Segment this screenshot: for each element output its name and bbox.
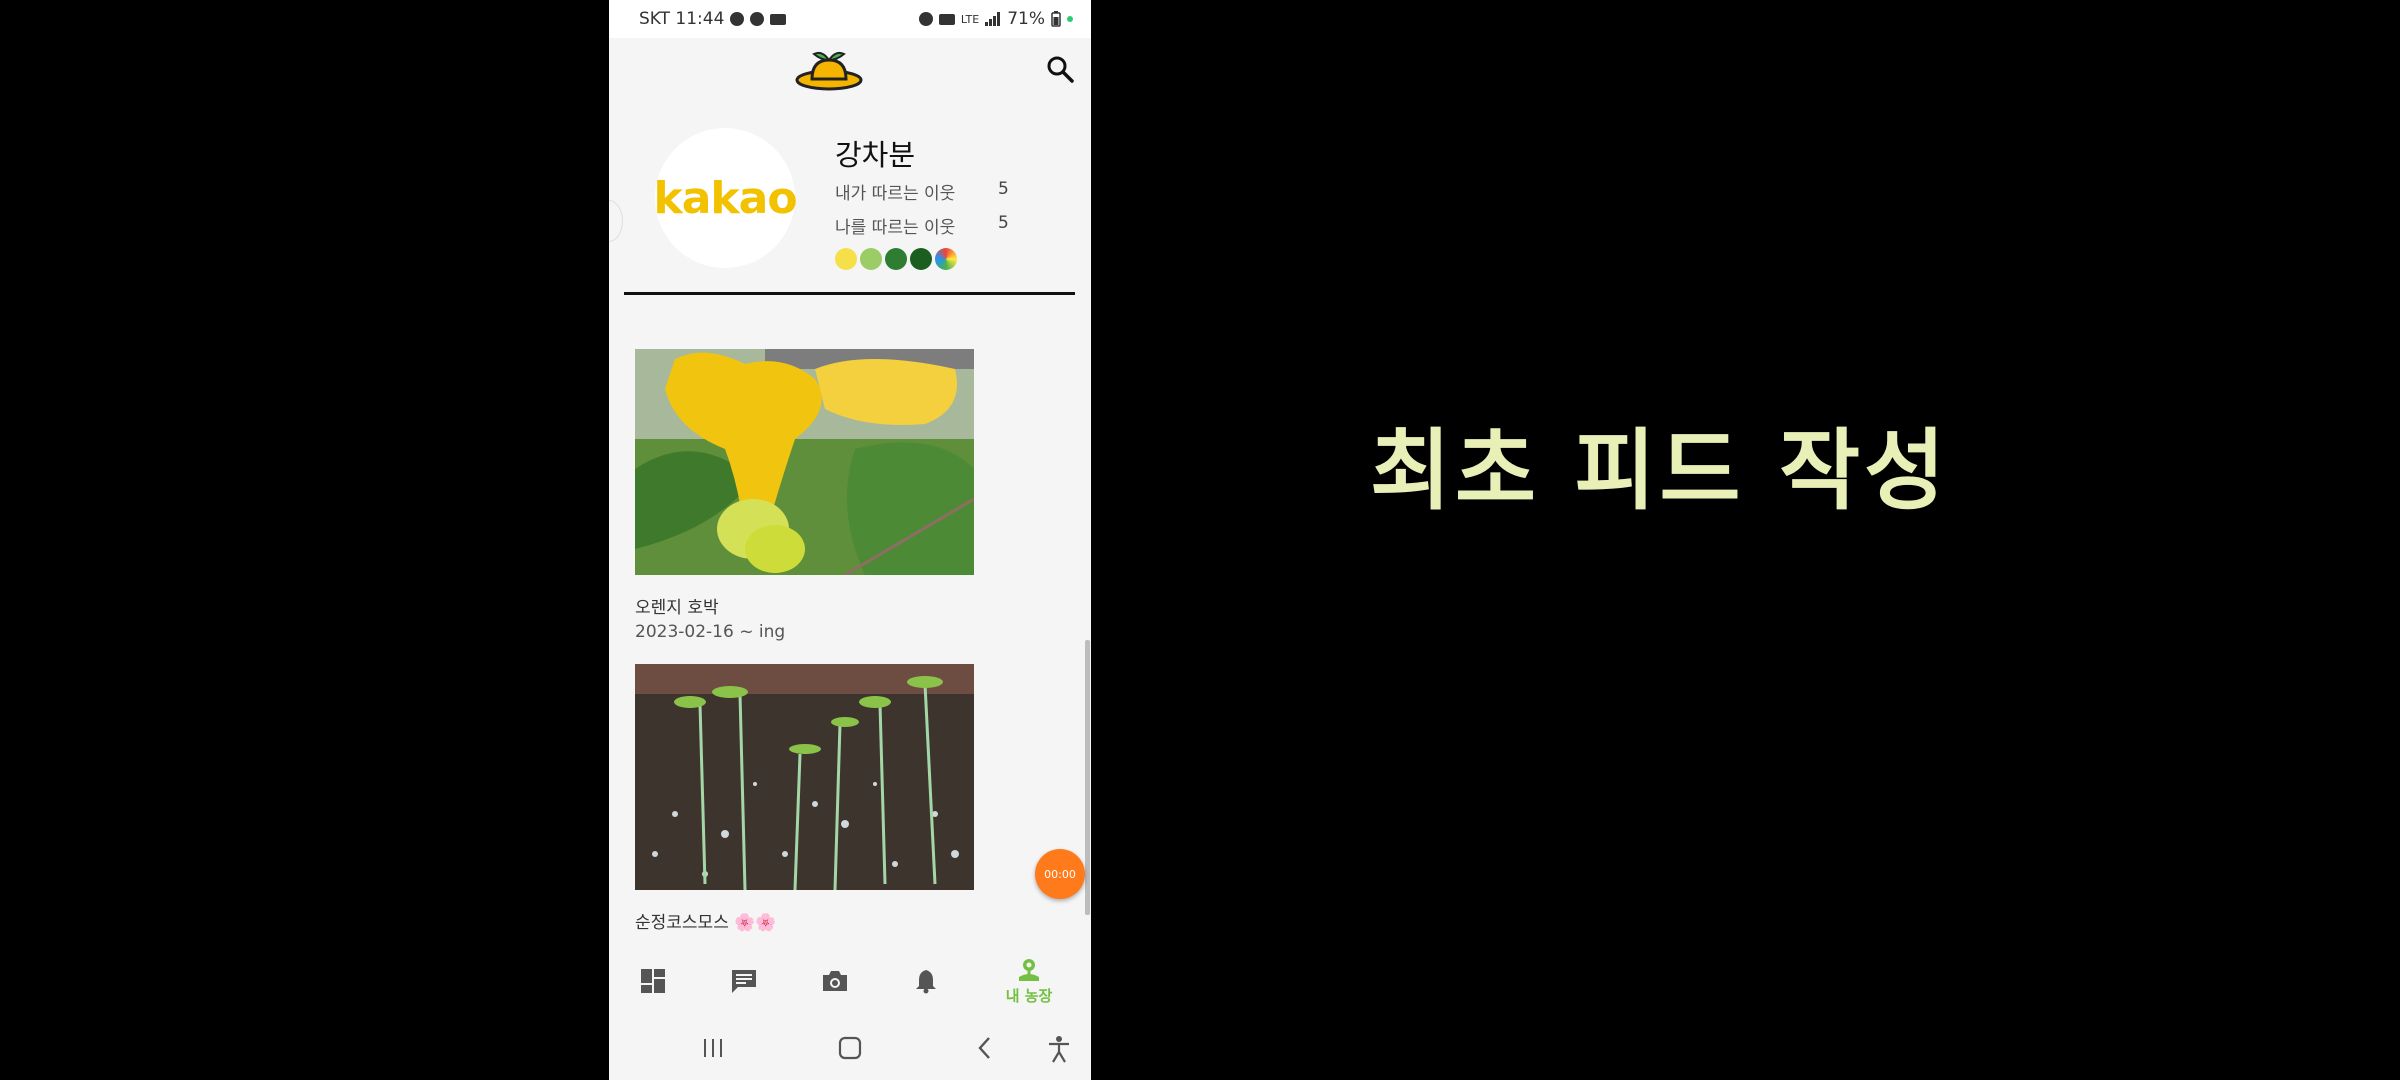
farm-plant-icon <box>1019 958 1039 981</box>
following-label: 내가 따르는 이웃 <box>835 184 956 204</box>
record-timer: 00:00 <box>1044 867 1076 881</box>
mute-icon <box>938 13 955 25</box>
back-icon[interactable] <box>974 1035 996 1061</box>
tree-badge-icon <box>885 248 907 270</box>
battery-icon <box>1051 11 1061 27</box>
rainbow-badge-icon <box>935 248 957 270</box>
recent-apps-icon[interactable] <box>701 1035 725 1061</box>
carrier-time: SKT 11:44 <box>639 9 725 29</box>
nav-my-farm-label: 내 농장 <box>1005 986 1053 1005</box>
nav-notifications[interactable] <box>896 945 956 1017</box>
alarm-icon <box>918 12 933 26</box>
signal-icon <box>985 12 1001 26</box>
nav-my-farm[interactable]: 내 농장 <box>994 945 1064 1017</box>
followers-count: 5 <box>998 213 1009 233</box>
avatar[interactable]: kakao <box>653 128 798 268</box>
profile-section: kakao 강차분 내가 따르는 이웃 5 나를 따르는 이웃 5 <box>609 104 1091 295</box>
camera-in-use-dot <box>1067 16 1073 22</box>
feed-image-cosmos-sprouts <box>635 664 974 891</box>
nav-camera[interactable] <box>805 945 865 1017</box>
accessibility-icon[interactable] <box>1046 1035 1072 1063</box>
notification-icon <box>750 12 765 26</box>
nav-chat[interactable] <box>714 945 774 1017</box>
chat-icon <box>732 970 756 993</box>
following-count: 5 <box>998 179 1009 199</box>
network-type: LTE <box>960 12 980 26</box>
home-icon[interactable] <box>837 1035 863 1061</box>
app-logo-icon <box>795 51 863 91</box>
drawer-handle[interactable] <box>609 200 623 242</box>
feed-item[interactable]: 오렌지 호박 2023-02-16 ~ ing <box>635 349 975 642</box>
following-stat[interactable]: 내가 따르는 이웃 5 <box>835 179 1009 204</box>
screen-record-button[interactable]: 00:00 <box>1035 849 1085 899</box>
feed-image-pumpkin-flower <box>635 349 975 577</box>
feed-title: 순정코스모스 🌸🌸 <box>635 913 777 933</box>
seed-badge-icon <box>835 248 857 270</box>
nav-feed[interactable] <box>623 945 683 1017</box>
video-icon <box>770 13 787 25</box>
search-icon[interactable] <box>1045 54 1075 84</box>
bottom-nav: 내 농장 <box>609 945 1091 1017</box>
system-nav-bar <box>609 1017 1091 1080</box>
app-bar <box>609 38 1091 104</box>
followers-stat[interactable]: 나를 따르는 이웃 5 <box>835 213 1009 238</box>
feed-item[interactable]: 순정코스모스 🌸🌸 <box>635 664 975 933</box>
phone-screen: SKT 11:44 LTE 71% kakao 강차분 내가 따르는 이웃 5 … <box>609 0 1091 1080</box>
badge-list <box>835 248 957 270</box>
camera-icon <box>823 971 847 991</box>
avatar-logo-text: kakao <box>653 172 797 224</box>
video-caption: 최초 피드 작성 <box>1370 419 1950 522</box>
feed-title: 오렌지 호박 <box>635 598 719 618</box>
notification-icon <box>730 12 745 26</box>
scrollbar[interactable] <box>1085 640 1090 915</box>
sprout-badge-icon <box>860 248 882 270</box>
profile-divider <box>624 292 1075 295</box>
profile-name: 강차분 <box>835 138 916 172</box>
forest-badge-icon <box>910 248 932 270</box>
bell-icon <box>916 970 936 994</box>
battery-percent: 71% <box>1007 9 1045 29</box>
followers-label: 나를 따르는 이웃 <box>835 218 956 238</box>
status-bar: SKT 11:44 LTE 71% <box>609 0 1091 38</box>
feed-date: 2023-02-16 ~ ing <box>635 622 786 642</box>
dashboard-icon <box>641 969 665 993</box>
